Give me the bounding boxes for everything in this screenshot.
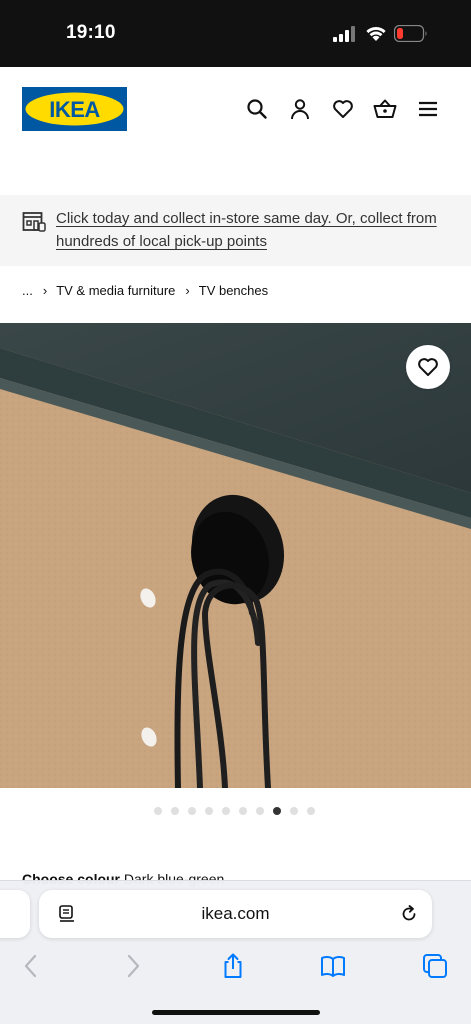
store-icon [22, 212, 46, 232]
product-image[interactable] [0, 323, 471, 788]
carousel-dot[interactable] [256, 807, 264, 815]
cellular-signal-icon [333, 26, 355, 42]
account-icon[interactable] [288, 97, 312, 121]
search-icon[interactable] [245, 97, 269, 121]
carousel-dot[interactable] [222, 807, 230, 815]
url-text: ikea.com [201, 904, 270, 923]
heart-icon [418, 358, 438, 376]
carousel-dot[interactable] [154, 807, 162, 815]
browser-toolbar: ikea.com [0, 880, 471, 1024]
carousel-dot[interactable] [171, 807, 179, 815]
carousel-dot[interactable] [290, 807, 298, 815]
carousel-dot[interactable] [188, 807, 196, 815]
wifi-icon [366, 26, 386, 41]
home-indicator[interactable] [152, 1010, 320, 1015]
click-collect-banner: Click today and collect in-store same da… [0, 195, 471, 266]
menu-icon[interactable] [416, 97, 440, 121]
previous-tab-preview[interactable] [0, 890, 30, 938]
carousel-dot[interactable] [307, 807, 315, 815]
add-to-favourites-button[interactable] [406, 345, 450, 389]
basket-icon[interactable] [373, 97, 397, 121]
share-icon[interactable] [220, 953, 246, 979]
breadcrumb-tv-media-furniture[interactable]: TV & media furniture [56, 283, 175, 298]
carousel-dot[interactable] [239, 807, 247, 815]
carousel-dot-active[interactable] [273, 807, 281, 815]
battery-low-icon [394, 25, 427, 42]
bookmarks-icon[interactable] [320, 953, 346, 979]
address-bar[interactable]: ikea.com [39, 890, 432, 938]
chevron-right-icon: › [185, 282, 190, 298]
breadcrumb-ellipsis[interactable]: ... [22, 283, 33, 298]
breadcrumb-tv-benches[interactable]: TV benches [199, 283, 268, 298]
carousel-dots [154, 807, 315, 817]
breadcrumb: ... › TV & media furniture › TV benches [22, 280, 268, 300]
heart-icon[interactable] [331, 97, 355, 121]
reload-icon[interactable] [399, 904, 419, 924]
chevron-right-icon: › [42, 282, 48, 298]
logo-text: IKEA [49, 97, 100, 122]
tabs-icon[interactable] [422, 953, 448, 979]
status-time: 19:10 [66, 22, 116, 43]
status-bar: 19:10 [0, 0, 471, 67]
click-collect-link[interactable]: Click today and collect in-store same da… [56, 207, 446, 253]
back-icon[interactable] [18, 953, 44, 979]
site-header: IKEA [0, 67, 471, 195]
ikea-logo[interactable]: IKEA [22, 87, 127, 131]
forward-icon[interactable] [120, 953, 146, 979]
carousel-dot[interactable] [205, 807, 213, 815]
